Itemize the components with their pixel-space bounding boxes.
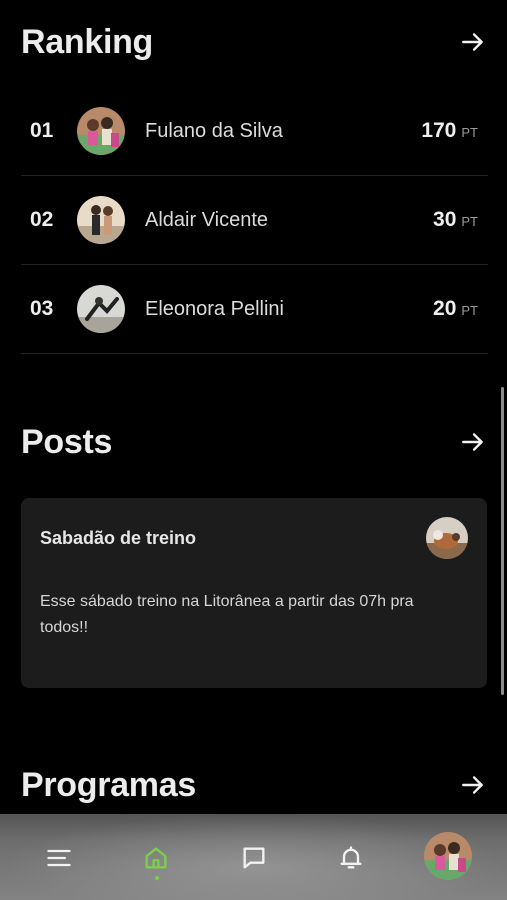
- programs-header: Programas: [21, 763, 488, 807]
- posts-title: Posts: [21, 422, 113, 461]
- nav-chat-button[interactable]: [236, 840, 272, 876]
- scrollbar[interactable]: [501, 387, 504, 695]
- ranking-score: 30 PT: [433, 208, 488, 232]
- photo-duo-avatar: [77, 196, 125, 244]
- post-title: Sabadão de treino: [40, 528, 197, 548]
- photo-yoga-avatar: [77, 285, 125, 333]
- ranking-name: Fulano da Silva: [145, 119, 283, 142]
- arrow-right-icon: [462, 433, 483, 451]
- arrow-right-icon: [462, 33, 483, 51]
- ranking-position: 03: [30, 297, 54, 320]
- ranking-points: 170: [421, 119, 457, 142]
- nav-home-button[interactable]: [138, 840, 174, 876]
- ranking-header: Ranking: [21, 20, 488, 64]
- arrow-right-icon: [462, 776, 483, 794]
- profile-avatar[interactable]: [424, 832, 472, 880]
- points-unit: PT: [461, 125, 478, 140]
- ranking-row[interactable]: 03 Eleonora Pellini 20 PT: [21, 265, 488, 354]
- active-indicator: [155, 876, 159, 880]
- ranking-list: 01 Fulano da Silva 170 PT 02 Aldair Vice…: [21, 87, 488, 354]
- nav-notifications-button[interactable]: [333, 840, 369, 876]
- posts-header: Posts: [21, 420, 488, 464]
- post-card[interactable]: Sabadão de treino Esse sábado treino na …: [21, 498, 487, 688]
- programs-see-all-button[interactable]: [458, 770, 488, 800]
- bell-icon: [340, 846, 362, 869]
- ranking-position: 02: [30, 208, 54, 231]
- ranking-points: 20: [433, 297, 457, 320]
- ranking-row[interactable]: 01 Fulano da Silva 170 PT: [21, 87, 488, 176]
- ranking-points: 30: [433, 208, 457, 231]
- points-unit: PT: [461, 214, 478, 229]
- ranking-name: Aldair Vicente: [145, 208, 269, 231]
- chat-icon: [243, 847, 265, 869]
- points-unit: PT: [461, 303, 478, 318]
- photo-group-avatar: [77, 107, 125, 155]
- posts-see-all-button[interactable]: [458, 427, 488, 457]
- programs-title: Programas: [21, 765, 196, 804]
- ranking-row[interactable]: 02 Aldair Vicente 30 PT: [21, 176, 488, 265]
- ranking-title: Ranking: [21, 22, 154, 61]
- home-icon: [145, 847, 167, 869]
- post-body: Esse sábado treino na Litorânea a partir…: [40, 593, 414, 636]
- ranking-score: 20 PT: [433, 297, 488, 321]
- photo-pet-avatar: [426, 517, 468, 559]
- menu-icon: [47, 849, 71, 867]
- ranking-name: Eleonora Pellini: [145, 297, 284, 320]
- nav-menu-button[interactable]: [41, 840, 77, 876]
- ranking-see-all-button[interactable]: [458, 27, 488, 57]
- ranking-position: 01: [30, 119, 54, 142]
- ranking-score: 170 PT: [421, 119, 488, 143]
